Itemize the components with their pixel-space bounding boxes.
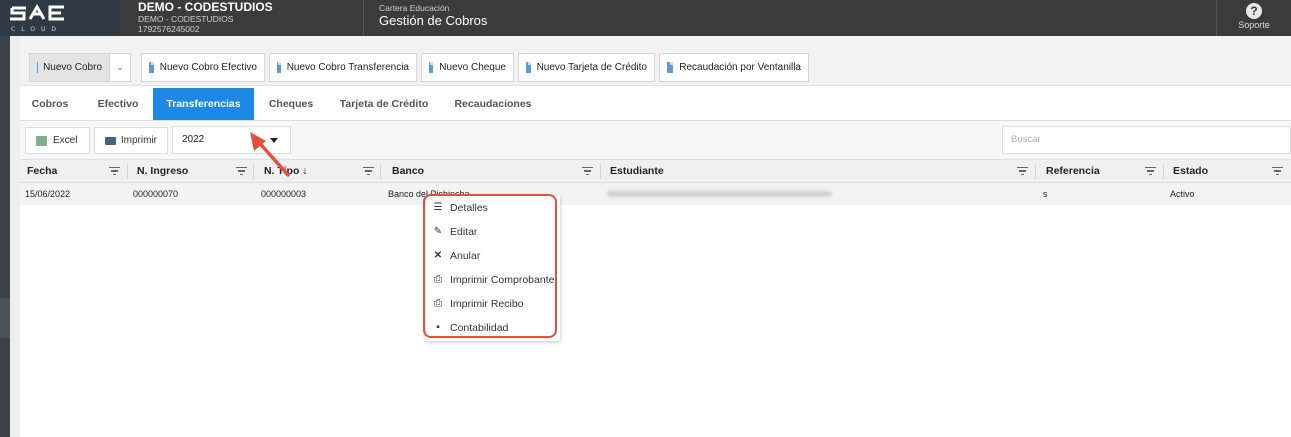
document-icon xyxy=(667,62,674,73)
filter-icon[interactable] xyxy=(582,167,593,176)
grid-toolbar: Excel Imprimir 2022 Buscar xyxy=(20,121,1291,159)
print-button[interactable]: Imprimir xyxy=(94,127,168,154)
company-subname: DEMO - CODESTUDIOS xyxy=(138,14,234,24)
document-icon xyxy=(277,62,281,73)
company-name: DEMO - CODESTUDIOS xyxy=(138,0,273,14)
column-divider xyxy=(127,164,128,179)
top-bar: CLOUD DEMO - CODESTUDIOS DEMO - CODESTUD… xyxy=(0,0,1291,36)
tab-cobros[interactable]: Cobros xyxy=(20,88,80,120)
printer-icon xyxy=(105,136,116,145)
excel-label: Excel xyxy=(53,135,78,146)
nuevo-cheque-button[interactable]: Nuevo Cheque xyxy=(421,53,514,82)
recaudacion-ventanilla-button[interactable]: Recaudación por Ventanilla xyxy=(659,53,809,82)
recaudacion-ventanilla-label: Recaudación por Ventanilla xyxy=(679,62,801,73)
module-title: Gestión de Cobros xyxy=(379,13,488,28)
nuevo-cheque-label: Nuevo Cheque xyxy=(439,62,506,73)
nuevo-cobro-dropdown[interactable]: ⌄ xyxy=(110,53,131,82)
main-content: Nuevo Cobro ⌄ Nuevo Cobro Efectivo Nuevo… xyxy=(20,36,1291,437)
question-circle-icon: ? xyxy=(1246,3,1262,19)
filter-icon[interactable] xyxy=(363,167,374,176)
company-info[interactable]: DEMO - CODESTUDIOS DEMO - CODESTUDIOS 17… xyxy=(138,0,273,35)
filter-icon[interactable] xyxy=(1017,167,1028,176)
column-header-banco[interactable]: Banco xyxy=(385,160,424,182)
column-header-ingreso[interactable]: N. Ingreso xyxy=(130,160,188,182)
table-row[interactable]: 15/06/2022 000000070 000000003 Banco del… xyxy=(20,183,1291,205)
print-label: Imprimir xyxy=(120,135,157,146)
column-header-estudiante[interactable]: Estudiante xyxy=(603,160,664,182)
column-header-estado[interactable]: Estado xyxy=(1166,160,1208,182)
nuevo-cobro-transferencia-label: Nuevo Cobro Transferencia xyxy=(286,62,409,73)
nuevo-cobro-button[interactable]: Nuevo Cobro xyxy=(29,53,110,82)
nuevo-cobro-efectivo-button[interactable]: Nuevo Cobro Efectivo xyxy=(141,53,265,82)
nuevo-cobro-transferencia-button[interactable]: Nuevo Cobro Transferencia xyxy=(269,53,417,82)
action-toolbar: Nuevo Cobro ⌄ Nuevo Cobro Efectivo Nuevo… xyxy=(20,36,1291,86)
nuevo-cobro-efectivo-label: Nuevo Cobro Efectivo xyxy=(159,62,257,73)
column-divider xyxy=(600,164,601,179)
module-section: Cartera Educación xyxy=(379,3,450,13)
search-input[interactable]: Buscar xyxy=(1002,126,1291,154)
cell-ingreso: 000000070 xyxy=(133,189,179,199)
topbar-divider xyxy=(363,0,364,36)
context-menu-highlight xyxy=(423,194,557,338)
left-sidebar-strip[interactable] xyxy=(0,36,10,437)
tab-recaudaciones[interactable]: Recaudaciones xyxy=(445,88,541,120)
filter-icon[interactable] xyxy=(109,167,120,176)
nuevo-tarjeta-label: Nuevo Tarjeta de Crédito xyxy=(536,62,647,73)
tab-transferencias[interactable]: Transferencias xyxy=(153,88,254,120)
sidebar-marker xyxy=(0,298,10,338)
tab-bar: Cobros Efectivo Transferencias Cheques T… xyxy=(20,88,1291,120)
support-button[interactable]: ? Soporte xyxy=(1216,0,1291,36)
column-divider xyxy=(1035,164,1036,179)
excel-button[interactable]: Excel xyxy=(25,127,90,154)
nuevo-tarjeta-button[interactable]: Nuevo Tarjeta de Crédito xyxy=(518,53,655,82)
table-header: Fecha N. Ingreso N. Tipo ↓ Banco Estudia… xyxy=(20,159,1291,183)
column-divider xyxy=(380,164,381,179)
cell-fecha: 15/06/2022 xyxy=(25,189,71,199)
cell-estado: Activo xyxy=(1170,189,1195,199)
left-gutter xyxy=(10,36,20,437)
column-header-fecha[interactable]: Fecha xyxy=(20,160,57,182)
document-icon xyxy=(429,62,434,73)
document-icon xyxy=(149,62,154,73)
column-header-referencia[interactable]: Referencia xyxy=(1039,160,1100,182)
module-header: Cartera Educación Gestión de Cobros xyxy=(379,4,487,29)
filter-icon[interactable] xyxy=(1272,167,1283,176)
cell-estudiante-redacted xyxy=(607,191,832,197)
column-divider xyxy=(1163,164,1164,179)
cell-referencia: s xyxy=(1043,189,1048,199)
annotation-arrow-icon xyxy=(250,132,290,177)
sae-logo-icon xyxy=(10,4,64,21)
tab-cheques[interactable]: Cheques xyxy=(256,88,326,120)
year-value: 2022 xyxy=(182,134,205,145)
filter-icon[interactable] xyxy=(1145,167,1156,176)
tab-tarjeta-credito[interactable]: Tarjeta de Crédito xyxy=(330,88,438,120)
company-ruc: 1792576245002 xyxy=(138,24,200,34)
app-logo[interactable]: CLOUD xyxy=(0,0,120,36)
document-icon xyxy=(526,62,531,73)
support-label: Soporte xyxy=(1238,20,1270,30)
logo-subtitle: CLOUD xyxy=(11,26,63,33)
nuevo-cobro-label: Nuevo Cobro xyxy=(43,62,102,73)
excel-icon xyxy=(36,135,47,146)
tab-efectivo[interactable]: Efectivo xyxy=(86,88,150,120)
